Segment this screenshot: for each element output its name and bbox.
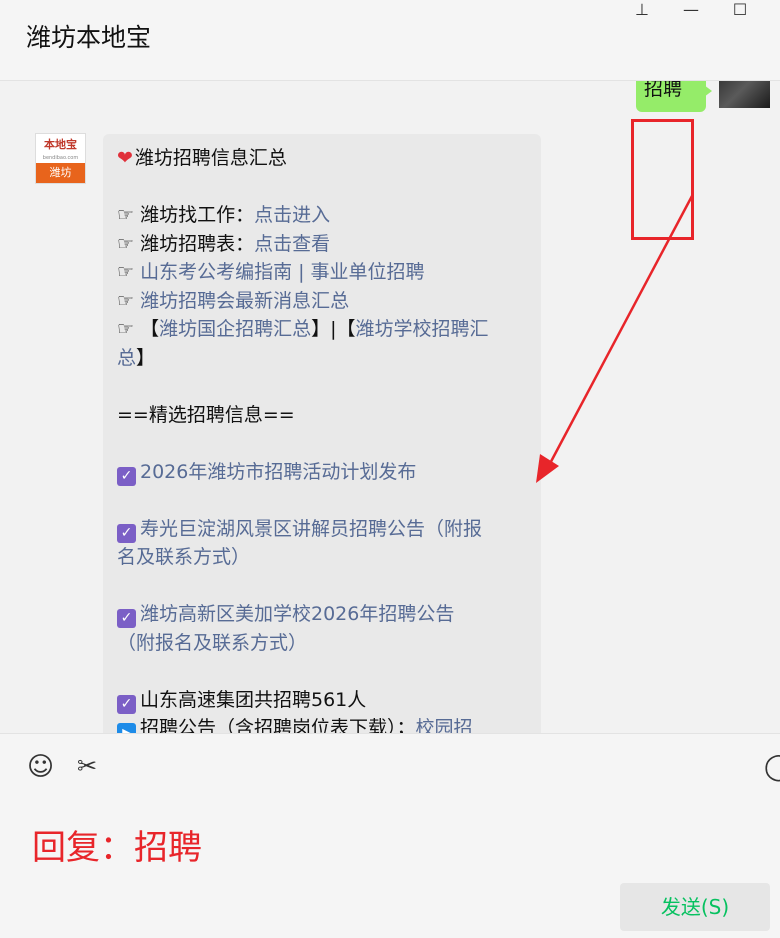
pin-icon[interactable]: ⊥	[627, 0, 657, 22]
emoji-icon[interactable]: ☺	[27, 752, 54, 782]
chat-history-icon[interactable]: ◯	[764, 752, 780, 782]
window-title: 潍坊本地宝	[26, 23, 152, 52]
maximize-icon[interactable]: ☐	[725, 0, 755, 22]
title-bar: 潍坊本地宝 ⊥ — ☐	[0, 0, 780, 81]
pointer-arrow	[536, 195, 694, 483]
reply-hint: 回复：招聘	[32, 828, 202, 868]
chat-area: 招聘 本地宝 bendibao.com 潍坊 ❤ 潍坊招聘信息汇总 ☞ 潍坊找工作：…	[0, 81, 780, 733]
scissors-icon[interactable]: ✂	[77, 752, 97, 780]
send-button[interactable]: 发送(S)	[620, 883, 770, 931]
composer: ☺ ✂ ◯ 回复：招聘 发送(S)	[0, 733, 780, 938]
minimize-icon[interactable]: —	[676, 0, 706, 22]
